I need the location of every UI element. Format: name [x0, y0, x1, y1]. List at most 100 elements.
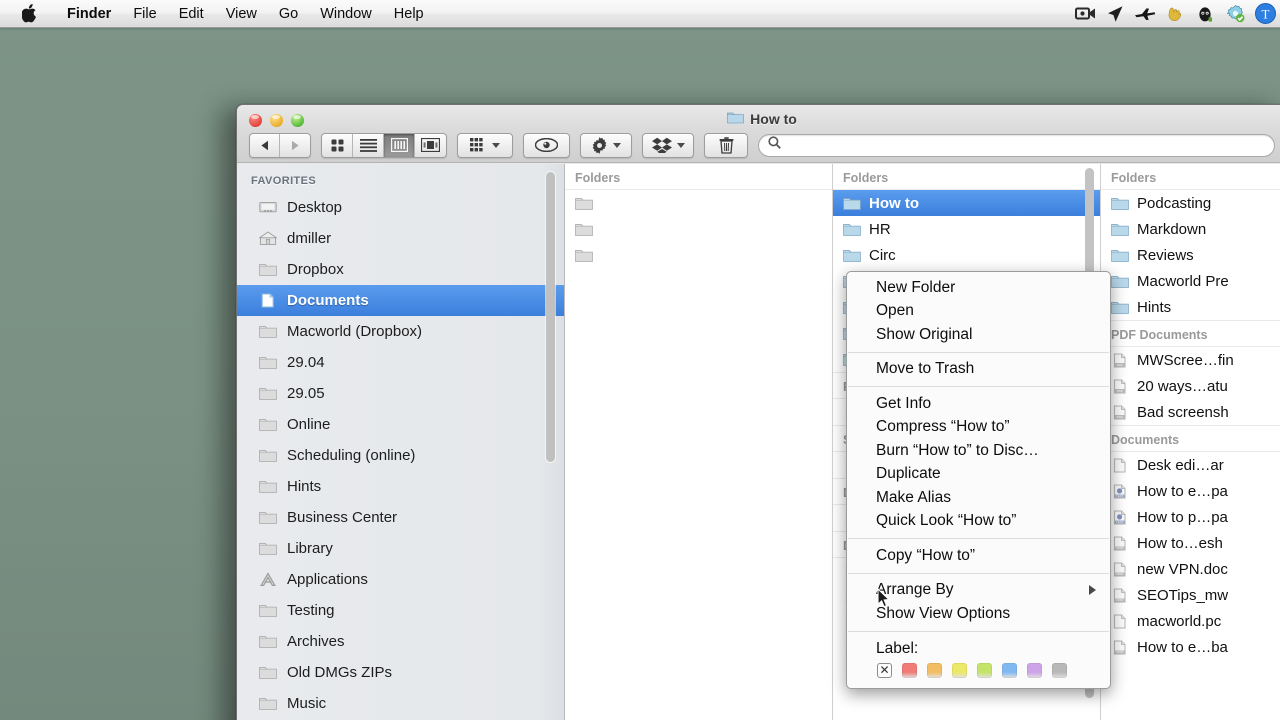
sidebar-item-music[interactable]: Music [237, 688, 564, 719]
search-input[interactable] [758, 133, 1275, 157]
list-item[interactable]: macworld.pc [1101, 608, 1280, 634]
context-menu-item-copy-how-to[interactable]: Copy “How to” [847, 544, 1110, 568]
dropbox-button[interactable] [642, 132, 694, 158]
context-menu-item-make-alias[interactable]: Make Alias [847, 486, 1110, 510]
sidebar-item-business-center[interactable]: Business Center [237, 502, 564, 533]
group-header: Folders [1101, 164, 1280, 190]
menu-finder[interactable]: Finder [56, 0, 122, 28]
list-item[interactable]: Circ [833, 242, 1100, 268]
view-list-button[interactable] [353, 133, 384, 157]
sidebar-scrollbar[interactable] [546, 172, 555, 462]
context-menu-item-show-original[interactable]: Show Original [847, 323, 1110, 347]
ninja-mask-icon[interactable] [1190, 0, 1220, 28]
sidebar-item-macworld-dropbox[interactable]: Macworld (Dropbox) [237, 316, 564, 347]
label-color-swatch-6[interactable] [1052, 662, 1067, 678]
airplane-icon[interactable] [1130, 0, 1160, 28]
action-button[interactable] [580, 132, 632, 158]
forward-button[interactable] [280, 134, 310, 157]
label-color-swatch-1[interactable] [927, 662, 942, 678]
sidebar-item-archives[interactable]: Archives [237, 626, 564, 657]
generic-file-icon [1111, 457, 1129, 473]
window-titlebar[interactable]: How to [237, 105, 1280, 163]
apple-logo-icon[interactable] [21, 4, 38, 23]
menu-go[interactable]: Go [268, 0, 309, 28]
list-item[interactable]: DOC How to…esh [1101, 530, 1280, 556]
label-color-swatch-4[interactable] [1002, 662, 1017, 678]
context-menu-item-move-to-trash[interactable]: Move to Trash [847, 358, 1110, 382]
sidebar-item-scheduling-online[interactable]: Scheduling (online) [237, 440, 564, 471]
svg-text:DOC: DOC [1116, 571, 1122, 575]
label-color-swatch-3[interactable] [977, 662, 992, 678]
sidebar-item-old-dmgs-zips[interactable]: Old DMGs ZIPs [237, 657, 564, 688]
context-menu-separator [848, 351, 1109, 353]
list-item[interactable]: DOC How to e…ba [1101, 634, 1280, 660]
arrange-button[interactable] [457, 132, 513, 158]
label-color-swatch-0[interactable] [902, 662, 917, 678]
menu-help[interactable]: Help [383, 0, 435, 28]
list-item[interactable] [565, 190, 832, 216]
list-item[interactable]: How to [833, 190, 1100, 216]
screen-recorder-icon[interactable] [1070, 0, 1100, 28]
quicklook-button[interactable] [523, 132, 570, 158]
list-item[interactable]: PDF Bad screensh [1101, 399, 1280, 425]
list-item[interactable]: Desk edi…ar [1101, 452, 1280, 478]
list-item[interactable]: Hints [1101, 294, 1280, 320]
sidebar-item-hints[interactable]: Hints [237, 471, 564, 502]
list-item[interactable]: TEXT How to e…pa [1101, 478, 1280, 504]
context-menu-item-duplicate[interactable]: Duplicate [847, 463, 1110, 487]
sidebar-item-29-04[interactable]: 29.04 [237, 347, 564, 378]
menu-window[interactable]: Window [309, 0, 383, 28]
context-menu-item-quick-look-how-to[interactable]: Quick Look “How to” [847, 510, 1110, 534]
list-item[interactable]: Markdown [1101, 216, 1280, 242]
column-2[interactable]: Folders [565, 164, 833, 720]
folder-icon [259, 416, 278, 433]
list-item[interactable]: DOC SEOTips_mw [1101, 582, 1280, 608]
column-4[interactable]: Folders Podcasting Markdown Reviews Macworld… [1101, 164, 1280, 720]
sidebar-item-documents[interactable]: Documents [237, 285, 564, 316]
search-text-field[interactable] [787, 138, 1265, 152]
gear-sync-icon[interactable] [1220, 0, 1250, 28]
label-color-swatch-2[interactable] [952, 662, 967, 678]
sidebar-item-29-05[interactable]: 29.05 [237, 378, 564, 409]
delete-button[interactable] [704, 132, 748, 158]
list-item[interactable]: TEXT How to p…pa [1101, 504, 1280, 530]
sidebar-item-library[interactable]: Library [237, 533, 564, 564]
list-item[interactable]: Macworld Pre [1101, 268, 1280, 294]
list-item[interactable]: PDF MWScree…fin [1101, 347, 1280, 373]
sidebar-item-testing[interactable]: Testing [237, 595, 564, 626]
context-menu-item-open[interactable]: Open [847, 300, 1110, 324]
context-menu-item-new-folder[interactable]: New Folder [847, 276, 1110, 300]
sidebar-item-desktop[interactable]: Desktop [237, 192, 564, 223]
back-button[interactable] [250, 133, 281, 157]
list-item[interactable]: HR [833, 216, 1100, 242]
location-arrow-icon[interactable] [1100, 0, 1130, 28]
sidebar-item-dropbox[interactable]: Dropbox [237, 254, 564, 285]
hand-wave-icon[interactable] [1160, 0, 1190, 28]
context-menu-item-get-info[interactable]: Get Info [847, 392, 1110, 416]
sidebar-item-online[interactable]: Online [237, 409, 564, 440]
context-menu-separator [848, 538, 1109, 539]
label-none-swatch[interactable]: ✕ [877, 662, 892, 678]
sidebar-item-applications[interactable]: Applications [237, 564, 564, 595]
view-coverflow-button[interactable] [415, 134, 446, 157]
list-item[interactable] [565, 216, 832, 242]
group-header: Documents [1101, 425, 1280, 452]
menu-file[interactable]: File [122, 0, 167, 28]
window-body: FAVORITES Desktop dmiller Dropbox Documents… [237, 164, 1280, 720]
list-item[interactable] [565, 242, 832, 268]
blue-folder-icon [1111, 273, 1129, 289]
sidebar-item-dmiller[interactable]: dmiller [237, 223, 564, 254]
view-icon-button[interactable] [322, 133, 353, 157]
context-menu-item-compress-how-to[interactable]: Compress “How to” [847, 416, 1110, 440]
label-color-swatch-5[interactable] [1027, 662, 1042, 678]
context-menu-item-burn-how-to-to-disc[interactable]: Burn “How to” to Disc… [847, 439, 1110, 463]
list-item[interactable]: Podcasting [1101, 190, 1280, 216]
list-item[interactable]: Reviews [1101, 242, 1280, 268]
menu-edit[interactable]: Edit [168, 0, 215, 28]
list-item[interactable]: PDF 20 ways…atu [1101, 373, 1280, 399]
textexpander-icon[interactable]: T [1250, 0, 1280, 28]
list-item[interactable]: DOC new VPN.doc [1101, 556, 1280, 582]
blue-folder-icon [843, 247, 861, 263]
menu-view[interactable]: View [215, 0, 268, 28]
view-column-button[interactable] [384, 133, 415, 157]
